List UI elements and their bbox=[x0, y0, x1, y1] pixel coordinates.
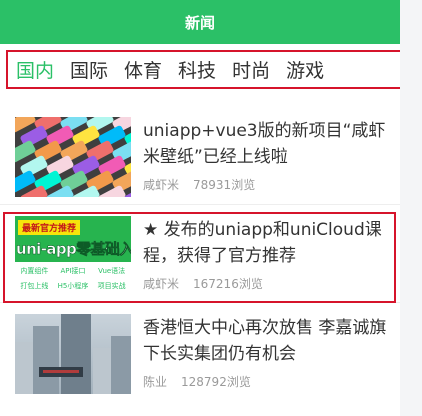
news-views: 78931浏览 bbox=[193, 178, 256, 192]
page-title: 新闻 bbox=[184, 13, 215, 32]
news-author: 咸虾米 bbox=[143, 178, 180, 192]
building-sign bbox=[39, 367, 83, 377]
news-info: uniapp+vue3版的新项目“咸虾米壁纸”已经上线啦 咸虾米 78931浏览 bbox=[143, 106, 388, 204]
wallpaper-thumbnail bbox=[15, 117, 131, 197]
news-info: 香港恒大中心再次放售 李嘉诚旗下长实集团仍有机会 陈业 128792浏览 bbox=[143, 303, 388, 400]
navbar: 新闻 bbox=[0, 0, 400, 44]
news-item[interactable]: 最新官方推荐 uni-app零基础入门 内置组件 API接口 Vue语法 打包上… bbox=[0, 204, 400, 302]
news-title[interactable]: 香港恒大中心再次放售 李嘉诚旗下长实集团仍有机会 bbox=[143, 315, 388, 367]
news-item[interactable]: uniapp+vue3版的新项目“咸虾米壁纸”已经上线啦 咸虾米 78931浏览 bbox=[0, 106, 400, 204]
category-tab-strip[interactable]: 国内 国际 体育 科技 时尚 游戏 bbox=[8, 52, 403, 87]
news-meta: 陈业 128792浏览 bbox=[143, 373, 251, 390]
news-app: 新闻 国内 国际 体育 科技 时尚 游戏 uniapp+vue3版的新项目“咸虾… bbox=[0, 0, 405, 416]
building-shape bbox=[111, 336, 131, 394]
tab-technology[interactable]: 科技 bbox=[178, 56, 232, 83]
news-author: 咸虾米 bbox=[143, 277, 180, 291]
news-meta: 咸虾米 78931浏览 bbox=[143, 176, 255, 193]
news-views: 167216浏览 bbox=[193, 277, 263, 291]
thumbnail-feature: H5小程序 bbox=[57, 282, 89, 290]
scroll-gutter bbox=[400, 0, 422, 416]
news-list: uniapp+vue3版的新项目“咸虾米壁纸”已经上线啦 咸虾米 78931浏览 … bbox=[0, 106, 400, 400]
thumbnail-feature: 内置组件 bbox=[20, 267, 49, 275]
tab-sports[interactable]: 体育 bbox=[124, 56, 178, 83]
building-shape bbox=[93, 348, 111, 394]
thumbnail-headline: uni-app零基础入门 bbox=[16, 240, 131, 259]
thumbnail-feature: 项目实战 bbox=[97, 282, 126, 290]
thumbnail-features: 内置组件 API接口 Vue语法 打包上线 H5小程序 项目实战 bbox=[15, 262, 131, 296]
tab-games[interactable]: 游戏 bbox=[286, 56, 340, 83]
thumbnail-feature: Vue语法 bbox=[98, 267, 126, 275]
tab-fashion[interactable]: 时尚 bbox=[232, 56, 286, 83]
news-item[interactable]: 香港恒大中心再次放售 李嘉诚旗下长实集团仍有机会 陈业 128792浏览 bbox=[0, 302, 400, 400]
news-views: 128792浏览 bbox=[181, 375, 251, 389]
thumbnail-feature: 打包上线 bbox=[20, 282, 49, 290]
building-shape bbox=[33, 326, 59, 394]
tab-international[interactable]: 国际 bbox=[70, 56, 124, 83]
news-meta: 咸虾米 167216浏览 bbox=[143, 275, 263, 292]
news-author: 陈业 bbox=[143, 375, 168, 389]
thumbnail-tag: 最新官方推荐 bbox=[18, 220, 81, 235]
news-title[interactable]: uniapp+vue3版的新项目“咸虾米壁纸”已经上线啦 bbox=[143, 118, 388, 170]
thumbnail-feature: API接口 bbox=[60, 267, 86, 275]
category-tabs: 国内 国际 体育 科技 时尚 游戏 bbox=[6, 50, 405, 89]
skyline-thumbnail bbox=[15, 314, 131, 394]
news-title[interactable]: ★ 发布的uniapp和uniCloud课程，获得了官方推荐 bbox=[143, 217, 388, 269]
building-shape bbox=[61, 314, 91, 394]
news-info: ★ 发布的uniapp和uniCloud课程，获得了官方推荐 咸虾米 167216… bbox=[143, 205, 388, 302]
course-thumbnail: 最新官方推荐 uni-app零基础入门 内置组件 API接口 Vue语法 打包上… bbox=[15, 216, 131, 296]
tab-domestic[interactable]: 国内 bbox=[8, 56, 70, 83]
